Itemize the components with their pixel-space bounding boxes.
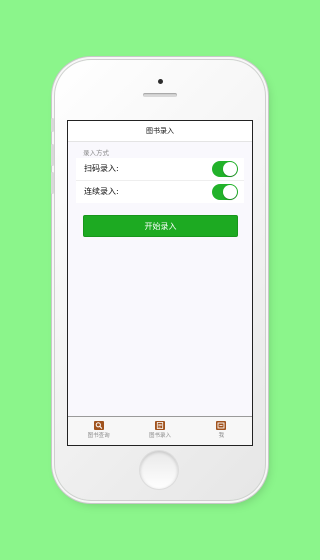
phone-side-button: [51, 118, 54, 132]
phone-volume-up-button: [51, 144, 54, 166]
tab-label: 我: [218, 433, 225, 439]
scan-entry-toggle[interactable]: [212, 161, 238, 177]
page-title: 图书录入: [146, 127, 174, 135]
tab-book-search[interactable]: 图书查询: [68, 417, 129, 445]
navigation-bar: 图书录入: [68, 121, 252, 142]
continuous-entry-toggle[interactable]: [212, 184, 238, 200]
phone-home-button[interactable]: [140, 451, 178, 489]
tab-me[interactable]: 我: [191, 417, 252, 445]
list-item-scan-entry: 扫码录入:: [76, 158, 244, 181]
list-item-continuous-entry: 连续录入:: [76, 181, 244, 203]
phone-camera: [158, 79, 163, 84]
profile-icon: [216, 421, 227, 430]
continuous-entry-label: 连续录入:: [84, 187, 119, 196]
toggle-knob: [223, 162, 237, 176]
search-icon: [93, 421, 104, 430]
section-header: 录入方式: [83, 149, 109, 157]
tab-book-entry[interactable]: 图书录入: [129, 417, 190, 445]
tab-label: 图书录入: [148, 433, 171, 439]
tab-label: 图书查询: [87, 433, 110, 439]
phone-volume-down-button: [51, 172, 54, 194]
toggle-knob: [223, 185, 237, 199]
edit-icon: [154, 421, 165, 430]
app-screen: 图书录入 录入方式 扫码录入: 连续录入: 开始录入 图书查询 图书录入 我: [67, 120, 253, 446]
start-entry-button[interactable]: 开始录入: [83, 215, 238, 237]
tab-bar: 图书查询 图书录入 我: [68, 416, 252, 445]
phone-speaker: [143, 93, 177, 97]
entry-options-list: 扫码录入: 连续录入:: [76, 158, 244, 203]
scan-entry-label: 扫码录入:: [84, 164, 119, 173]
